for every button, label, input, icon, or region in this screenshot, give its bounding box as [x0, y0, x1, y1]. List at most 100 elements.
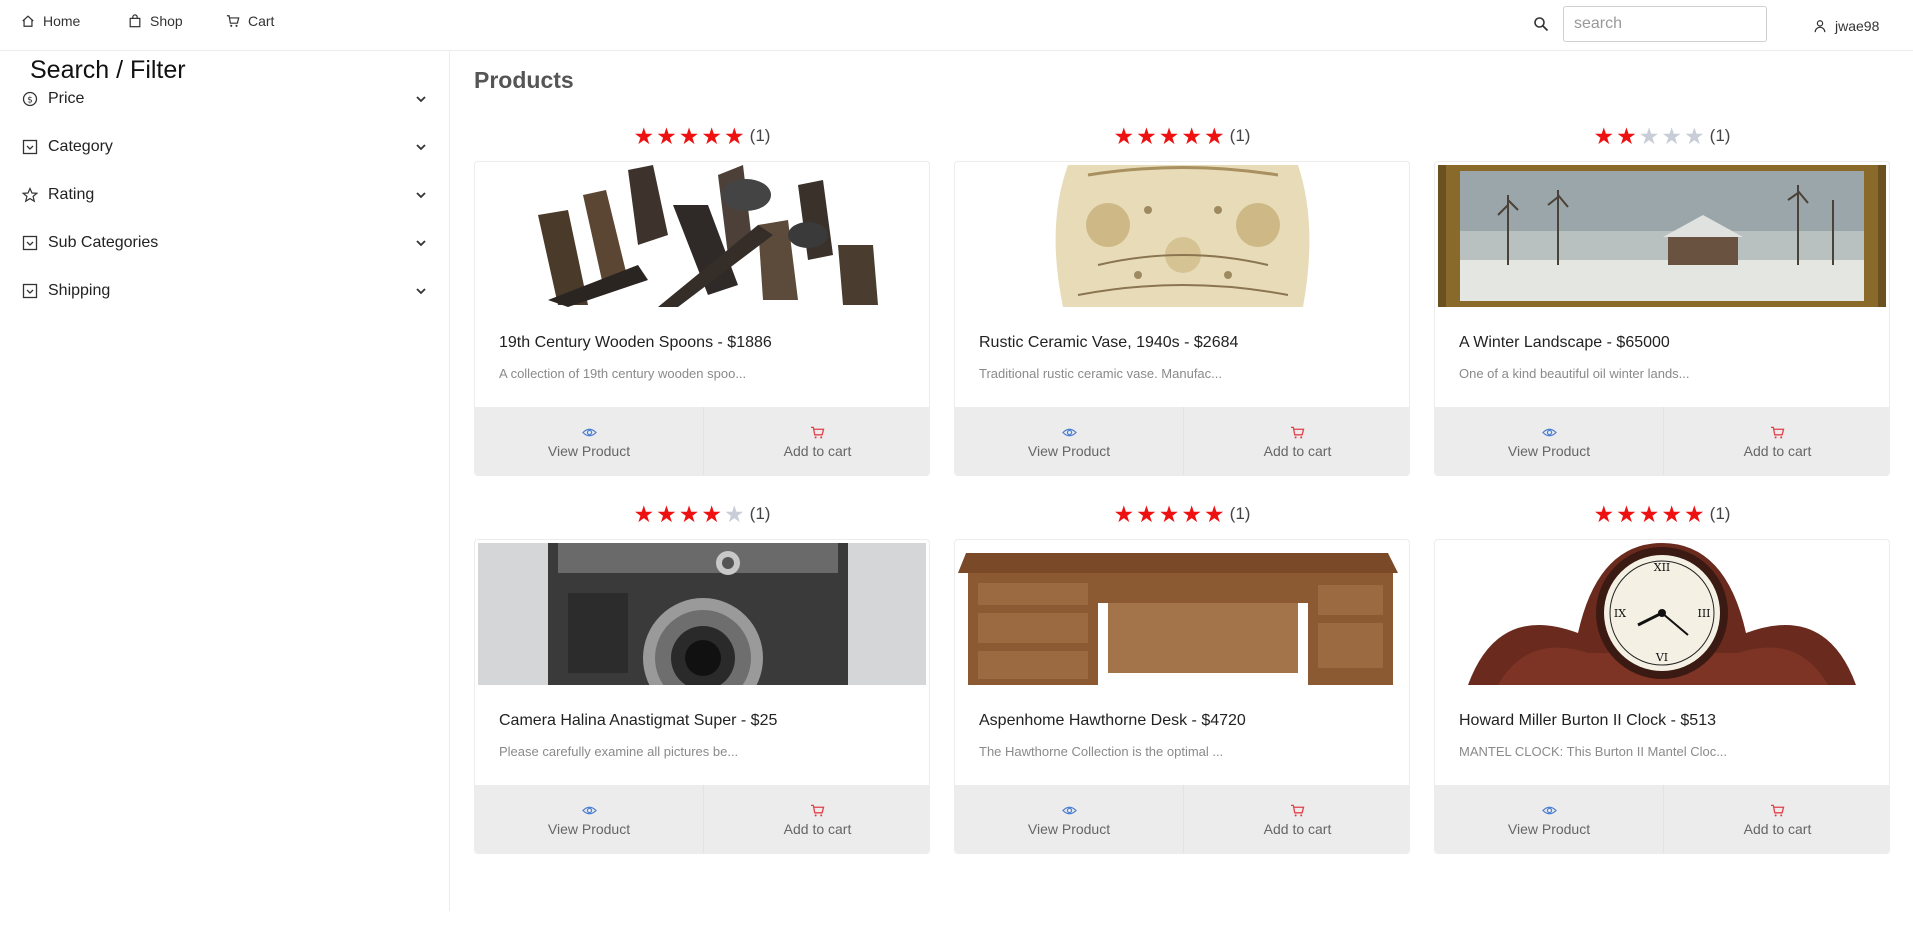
star-icon: ★: [678, 500, 700, 527]
view-product-button[interactable]: View Product: [475, 407, 703, 475]
product-description: Please carefully examine all pictures be…: [499, 744, 739, 759]
rating-count: (1): [1229, 504, 1251, 523]
star-icon: ★: [1136, 122, 1157, 149]
view-product-label: View Product: [547, 442, 631, 459]
product-name[interactable]: Aspenhome Hawthorne Desk - $4720: [979, 712, 1246, 730]
add-to-cart-button[interactable]: Add to cart: [1183, 407, 1409, 475]
cart-icon: [811, 426, 825, 438]
nav-shop[interactable]: Shop: [128, 13, 183, 29]
eye-icon: [581, 806, 597, 814]
card-actions: View Product Add to cart: [1435, 407, 1889, 475]
star-icon: ★: [1158, 122, 1180, 149]
product-image: [958, 165, 1406, 307]
product-card: Camera Halina Anastigmat Super - $25 Ple…: [474, 539, 930, 854]
page-title: Products: [474, 67, 574, 93]
star-icon: ★: [633, 500, 655, 527]
card-actions: View Product Add to cart: [955, 785, 1409, 853]
product-name[interactable]: Rustic Ceramic Vase, 1940s - $2684: [979, 334, 1238, 352]
product-description: MANTEL CLOCK: This Burton II Mantel Cloc…: [1459, 744, 1728, 759]
star-icon: ★: [1181, 500, 1203, 527]
view-product-label: View Product: [1027, 820, 1111, 837]
star-icon: ★: [1113, 500, 1135, 527]
chevron-down-icon: [416, 240, 426, 247]
product-rating: ★ ★ ★ ★ ★ (1): [954, 123, 1410, 149]
product-name[interactable]: 19th Century Wooden Spoons - $1886: [499, 334, 772, 352]
svg-text:XII: XII: [1654, 561, 1671, 574]
product-name[interactable]: Camera Halina Anastigmat Super - $25: [499, 712, 777, 730]
cart-icon: [1771, 804, 1785, 816]
view-product-button[interactable]: View Product: [1435, 785, 1663, 853]
chevron-down-icon: [416, 144, 426, 151]
search-input[interactable]: [1563, 6, 1767, 42]
filter-subcategories-label: Sub Categories: [48, 234, 159, 251]
product-card: A Winter Landscape - $65000 One of a kin…: [1434, 161, 1890, 476]
star-icon: ★: [1204, 500, 1225, 527]
view-product-button[interactable]: View Product: [955, 785, 1183, 853]
star-icon: ★: [701, 500, 723, 527]
view-product-button[interactable]: View Product: [1435, 407, 1663, 475]
star-icon: ★: [1638, 122, 1660, 149]
eye-icon: [1061, 806, 1077, 814]
nav-cart[interactable]: Cart: [226, 13, 274, 29]
product-name[interactable]: A Winter Landscape - $65000: [1459, 334, 1670, 352]
star-icon: ★: [1181, 122, 1203, 149]
nav-home[interactable]: Home: [21, 13, 80, 29]
filter-rating[interactable]: Rating: [22, 180, 427, 210]
add-to-cart-button[interactable]: Add to cart: [703, 407, 929, 475]
view-product-button[interactable]: View Product: [955, 407, 1183, 475]
card-actions: View Product Add to cart: [475, 407, 929, 475]
product-card: XII III VI IX Howard Miller Burton II Cloc…: [1434, 539, 1890, 854]
star-outline-icon: [22, 187, 38, 203]
add-to-cart-label: Add to cart: [1263, 442, 1332, 459]
star-icon: ★: [1158, 500, 1180, 527]
view-product-label: View Product: [547, 820, 631, 837]
add-to-cart-button[interactable]: Add to cart: [1663, 407, 1889, 475]
product-rating: ★ ★ ★ ★ ★ (1): [954, 501, 1410, 527]
filter-rating-label: Rating: [48, 186, 95, 203]
add-to-cart-label: Add to cart: [1743, 442, 1812, 459]
star-icon: ★: [1136, 500, 1157, 527]
product-description: Traditional rustic ceramic vase. Manufac…: [979, 366, 1222, 381]
add-to-cart-button[interactable]: Add to cart: [1663, 785, 1889, 853]
user-menu[interactable]: jwae98: [1813, 18, 1879, 34]
rating-count: (1): [1709, 504, 1731, 523]
add-to-cart-button[interactable]: Add to cart: [1183, 785, 1409, 853]
star-icon: ★: [678, 122, 700, 149]
filter-price-label: Price: [48, 90, 85, 107]
star-icon: ★: [1684, 500, 1705, 527]
rating-count: (1): [1709, 126, 1731, 145]
filter-shipping[interactable]: Shipping: [22, 276, 427, 306]
filter-category[interactable]: Category: [22, 132, 427, 162]
filter-subcategories[interactable]: Sub Categories: [22, 228, 427, 258]
star-icon: ★: [633, 122, 655, 149]
view-product-label: View Product: [1507, 820, 1591, 837]
product-description: One of a kind beautiful oil winter lands…: [1459, 366, 1690, 381]
search-icon[interactable]: [1533, 16, 1549, 32]
chevron-down-icon: [416, 288, 426, 295]
cart-icon: [1771, 426, 1785, 438]
svg-text:VI: VI: [1655, 651, 1668, 664]
product-image: [958, 543, 1406, 685]
add-to-cart-button[interactable]: Add to cart: [703, 785, 929, 853]
product-description: A collection of 19th century wooden spoo…: [499, 366, 747, 381]
star-icon: ★: [724, 500, 745, 527]
add-to-cart-label: Add to cart: [783, 442, 852, 459]
card-actions: View Product Add to cart: [1435, 785, 1889, 853]
star-icon: ★: [656, 500, 677, 527]
product-rating: ★ ★ ★ ★ ★ (1): [1434, 501, 1890, 527]
sidebar-title: Search / Filter: [30, 56, 186, 84]
star-icon: ★: [1113, 122, 1135, 149]
card-actions: View Product Add to cart: [955, 407, 1409, 475]
filter-price[interactable]: $ Price: [22, 84, 427, 114]
star-icon: ★: [1593, 122, 1615, 149]
product-rating: ★ ★ ★ ★ ★ (1): [474, 123, 930, 149]
nav-shop-label: Shop: [150, 13, 183, 29]
card-actions: View Product Add to cart: [475, 785, 929, 853]
rating-count: (1): [749, 126, 771, 145]
product-description: The Hawthorne Collection is the optimal …: [979, 744, 1224, 759]
star-icon: ★: [701, 122, 723, 149]
chevron-down-icon: [416, 192, 426, 199]
product-name[interactable]: Howard Miller Burton II Clock - $513: [1459, 712, 1716, 730]
username: jwae98: [1835, 18, 1880, 34]
view-product-button[interactable]: View Product: [475, 785, 703, 853]
